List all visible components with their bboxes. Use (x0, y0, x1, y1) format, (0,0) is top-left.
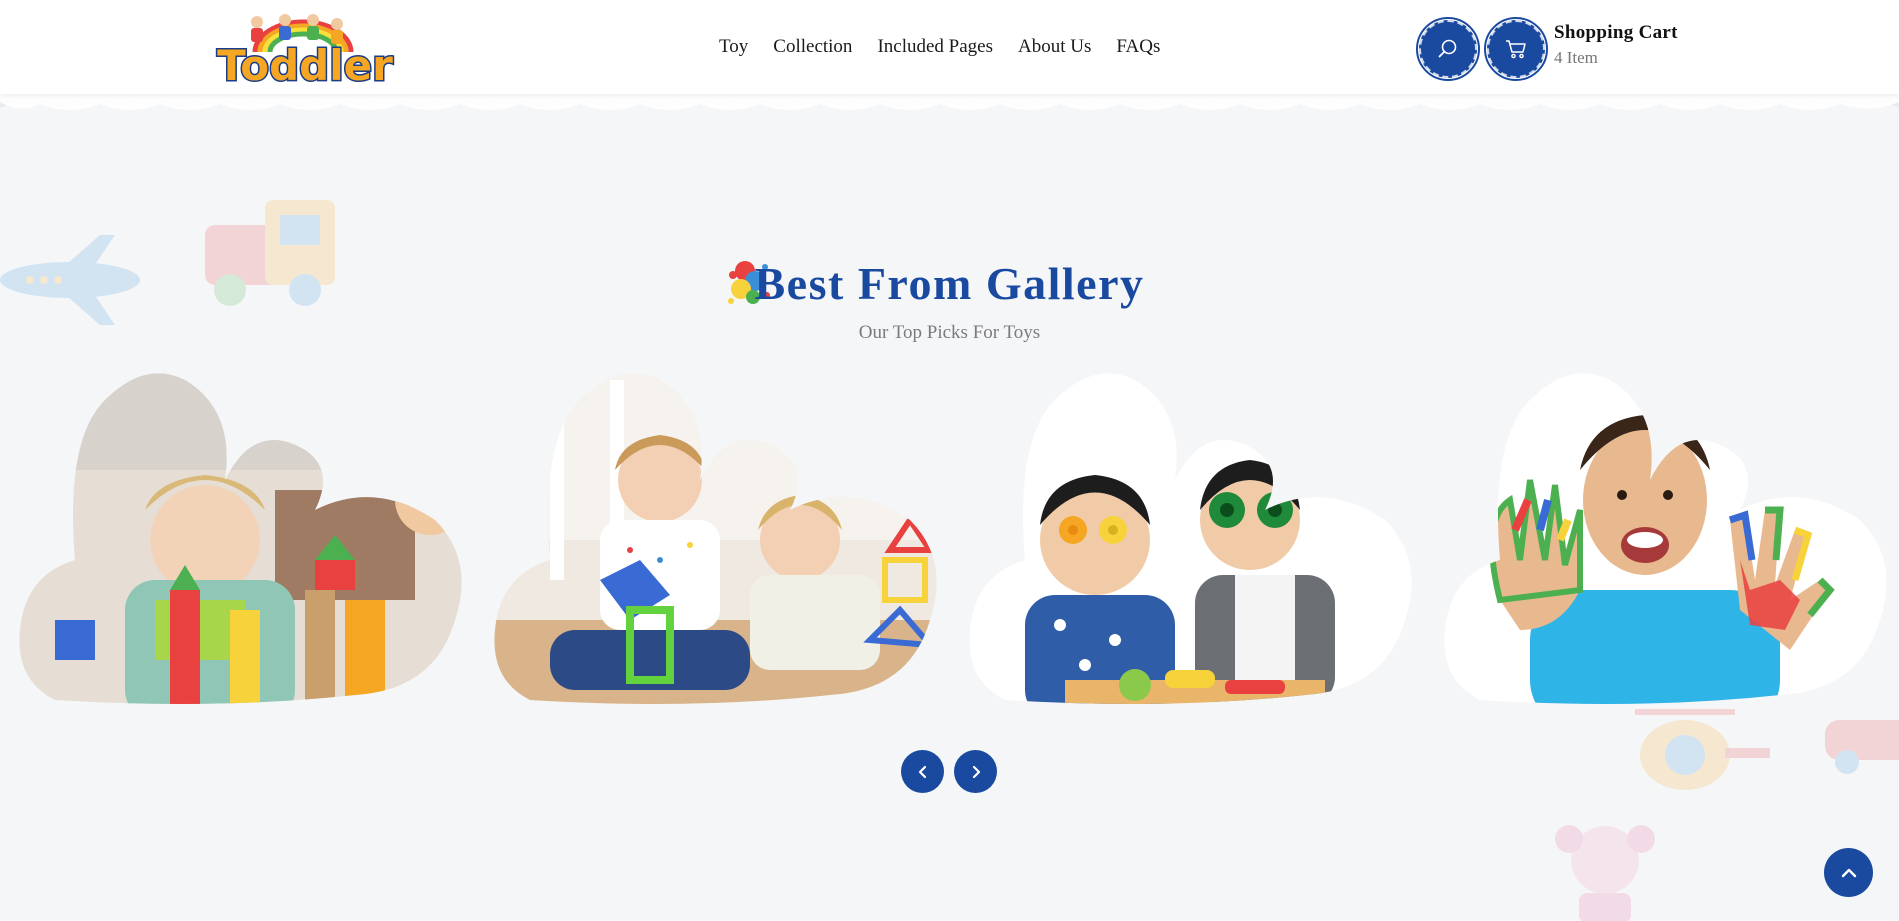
site-header: Toddler Toy Collection Included Pages Ab… (0, 0, 1899, 94)
gallery-item[interactable] (965, 360, 1425, 720)
gallery-image-girl-boy-magnetic-tiles (494, 373, 937, 704)
cloud-divider (0, 94, 1899, 144)
gallery-item[interactable] (1440, 360, 1899, 720)
cart-title: Shopping Cart (1554, 22, 1678, 43)
nav-about-us[interactable]: About Us (1018, 36, 1091, 58)
cart-summary[interactable]: Shopping Cart 4 Item (1554, 22, 1678, 68)
gallery-image-kids-toy-binoculars (969, 373, 1412, 704)
carousel-next-button[interactable] (954, 750, 997, 793)
svg-text:Toddler: Toddler (217, 41, 393, 88)
chevron-left-icon (918, 765, 926, 778)
search-icon (1438, 39, 1457, 58)
nav-included-pages[interactable]: Included Pages (877, 36, 993, 58)
nav-faqs[interactable]: FAQs (1116, 36, 1160, 58)
section-subtitle: Our Top Picks For Toys (858, 322, 1041, 343)
chevron-up-icon (1841, 868, 1856, 877)
site-logo[interactable]: Toddler (215, 8, 395, 92)
gallery-image-boy-painted-hands (1444, 373, 1887, 704)
nav-toy[interactable]: Toy (719, 36, 748, 58)
search-button[interactable] (1416, 17, 1480, 81)
doll-decoration (1555, 825, 1655, 921)
back-to-top-button[interactable] (1824, 848, 1873, 897)
gallery-title-block: Best From Gallery (0, 257, 1899, 310)
logo-image: Toddler (216, 14, 395, 92)
main-nav: Toy Collection Included Pages About Us F… (719, 36, 1185, 58)
section-title: Best From Gallery (754, 258, 1145, 309)
gallery-item[interactable] (15, 360, 475, 720)
cart-button[interactable] (1484, 17, 1548, 81)
cart-icon (1506, 40, 1526, 59)
chevron-right-icon (972, 765, 980, 778)
nav-collection[interactable]: Collection (773, 36, 852, 58)
gallery-image-toddler-blocks (19, 373, 462, 704)
cart-item-count: 4 Item (1554, 48, 1598, 67)
gallery-item[interactable] (490, 360, 950, 720)
carousel-prev-button[interactable] (901, 750, 944, 793)
